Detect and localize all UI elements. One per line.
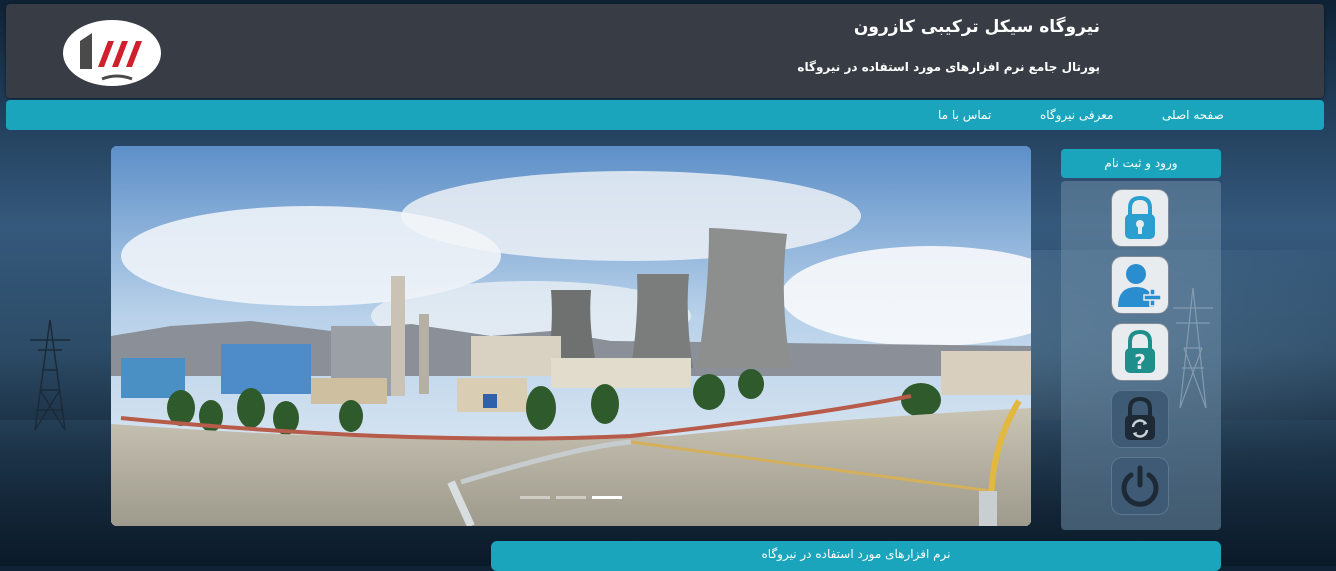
nav-home[interactable]: صفحه اصلی <box>1162 108 1224 122</box>
image-slider[interactable] <box>111 146 1031 526</box>
svg-text:?: ? <box>1134 350 1146 374</box>
nav-contact[interactable]: تماس با ما <box>938 108 991 122</box>
page-title: نیروگاه سیکل ترکیبی کازرون <box>853 17 1100 37</box>
login-panel: ? <box>1061 181 1221 530</box>
slider-dot-3-active[interactable] <box>592 496 622 499</box>
main-navbar: صفحه اصلی معرفی نیروگاه تماس با ما <box>6 100 1324 130</box>
change-password-icon <box>1125 396 1155 440</box>
change-password-button[interactable] <box>1111 390 1169 448</box>
mapna-logo-icon[interactable] <box>62 19 162 87</box>
register-button[interactable] <box>1111 256 1169 314</box>
power-plant-panorama-image <box>111 146 1031 526</box>
logout-button[interactable] <box>1111 457 1169 515</box>
login-button[interactable] <box>1111 189 1169 247</box>
slider-dot-1[interactable] <box>520 496 550 499</box>
forgot-password-icon: ? <box>1125 329 1155 374</box>
site-header: نیروگاه سیکل ترکیبی کازرون پورتال جامع ن… <box>6 4 1324 98</box>
page-subtitle: پورتال جامع نرم افزارهای مورد استفاده در… <box>797 60 1100 74</box>
power-icon <box>1121 465 1159 507</box>
transmission-tower-left <box>30 320 70 430</box>
slider-dot-2[interactable] <box>556 496 586 499</box>
add-user-icon <box>1118 264 1162 307</box>
software-section-header: نرم افزارهای مورد استفاده در نیروگاه <box>491 541 1221 571</box>
nav-about-plant[interactable]: معرفی نیروگاه <box>1040 108 1113 122</box>
login-panel-title: ورود و ثبت نام <box>1061 149 1221 178</box>
forgot-password-button[interactable]: ? <box>1111 323 1169 381</box>
lock-icon <box>1125 195 1155 239</box>
